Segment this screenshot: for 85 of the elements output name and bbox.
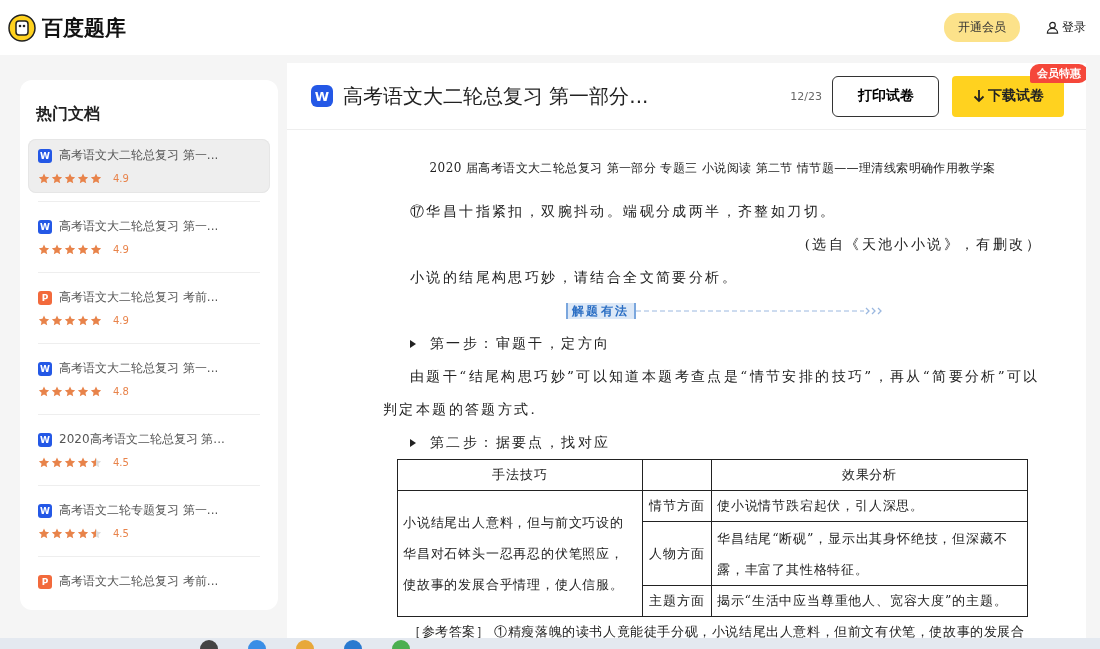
star-icon [38, 528, 50, 539]
file-type-icon: W [38, 148, 52, 163]
rating-value: 4.5 [113, 528, 129, 539]
star-icon [51, 173, 63, 184]
file-type-icon: W [38, 219, 52, 234]
document-item[interactable]: W 高考语文大二轮总复习 第一... 4.9 [28, 139, 270, 193]
star-icon [38, 173, 50, 184]
step-text: 第一步：审题干，定方向 [430, 334, 611, 353]
page-counter: 12/23 [790, 89, 822, 103]
taskbar-icon[interactable] [200, 640, 218, 649]
logo-icon [8, 13, 36, 42]
star-icon [64, 528, 76, 539]
star-icon [77, 457, 89, 468]
table-header: 手法技巧 [397, 459, 643, 491]
document-title: 高考语文二轮专题复习 第一... [59, 502, 219, 519]
star-icon [90, 386, 102, 397]
table-cell: 华昌结尾“断砚”，显示出其身怀绝技，但深藏不露，丰富了其性格特征。 [711, 521, 1028, 586]
vip-button[interactable]: 开通会员 [944, 13, 1020, 42]
login-link[interactable]: 登录 [1046, 19, 1086, 36]
star-icon [90, 315, 102, 326]
paragraph: ⑰华昌十指紧扣，双腕抖动。端砚分成两半，齐整如刀切。 [409, 202, 838, 221]
file-type-icon: W [38, 361, 52, 376]
star-icon [64, 173, 76, 184]
star-icon [51, 244, 63, 255]
star-icon [90, 173, 102, 184]
star-icon [64, 386, 76, 397]
table-cell: 小说结尾出人意料，但与前文巧设的华昌对石钵头一忍再忍的伏笔照应，使故事的发展合乎情理，使人信服。 [397, 490, 643, 617]
logo-text: 百度题库 [42, 14, 126, 42]
table-header: 效果分析 [711, 459, 1028, 491]
star-icon [77, 173, 89, 184]
rating-value: 4.9 [113, 315, 129, 326]
star-icon [64, 457, 76, 468]
document-title: 高考语文大二轮总复习 考前... [59, 289, 219, 306]
table-cell: 揭示“生活中应当尊重他人、宽容大度”的主题。 [711, 585, 1028, 617]
star-icon [64, 315, 76, 326]
star-icon [90, 528, 102, 539]
star-icon [38, 315, 50, 326]
star-icon [77, 244, 89, 255]
rating-value: 4.5 [113, 457, 129, 468]
document-title: 高考语文大二轮总复习 考前... [59, 573, 219, 590]
file-type-icon: W [38, 503, 52, 518]
star-icon [51, 386, 63, 397]
sidebar-title: 热门文档 [36, 104, 101, 125]
document-title: 高考语文大二轮总复习 第一部分... [343, 82, 650, 110]
download-icon [972, 89, 985, 103]
taskbar-icon[interactable] [344, 640, 362, 649]
document-heading: 2020 届高考语文大二轮总复习 第一部分 专题三 小说阅读 第二节 情节题——理清线索明确作用教学案 [428, 160, 997, 177]
star-icon [77, 528, 89, 539]
star-icon [38, 457, 50, 468]
star-icon [51, 528, 63, 539]
paragraph: 由题干“结尾构思巧妙”可以知道本题考查点是“情节安排的技巧”，再从“简要分析”可以判定本题的答题方式. [383, 367, 1041, 419]
rating-value: 4.9 [113, 244, 129, 255]
paragraph: 小说的结尾构思巧妙，请结合全文简要分析。 [409, 268, 739, 287]
star-icon [77, 386, 89, 397]
promo-badge: 会员特惠 [1030, 63, 1086, 83]
table-cell: 人物方面 [642, 521, 712, 586]
file-type-icon: W [38, 432, 52, 447]
document-title: 高考语文大二轮总复习 第一... [59, 147, 219, 164]
user-icon [1046, 21, 1059, 34]
file-type-icon: P [38, 290, 52, 305]
star-icon [38, 386, 50, 397]
star-icon [90, 457, 102, 468]
word-file-icon: W [311, 85, 333, 107]
answer-text: ［参考答案］ ①精瘦落魄的读书人竟能徒手分砚，小说结尾出人意料，但前文有伏笔，使故事的发展合 [407, 623, 1026, 638]
star-icon [51, 315, 63, 326]
star-icon [51, 457, 63, 468]
print-button[interactable]: 打印试卷 [832, 75, 939, 117]
table-cell: 使小说情节跌宕起伏，引人深思。 [711, 490, 1028, 522]
document-title: 2020高考语文二轮总复习 第... [59, 431, 225, 448]
star-icon [38, 244, 50, 255]
section-tag: 解题有法 [566, 302, 636, 319]
bullet-icon [410, 339, 416, 348]
document-title: 高考语文大二轮总复习 第一... [59, 218, 219, 235]
star-icon [77, 315, 89, 326]
table-cell: 情节方面 [642, 490, 712, 522]
rating-value: 4.8 [113, 386, 129, 397]
rating-value: 4.9 [113, 173, 129, 184]
source-note: (选自《天池小小说》，有删改） [803, 235, 1042, 254]
bullet-icon [410, 438, 416, 447]
step-text: 第二步：据要点，找对应 [430, 433, 611, 452]
document-title: 高考语文大二轮总复习 第一... [59, 360, 219, 377]
star-icon [64, 244, 76, 255]
table-cell: 主题方面 [642, 585, 712, 617]
star-icon [90, 244, 102, 255]
file-type-icon: P [38, 574, 52, 589]
